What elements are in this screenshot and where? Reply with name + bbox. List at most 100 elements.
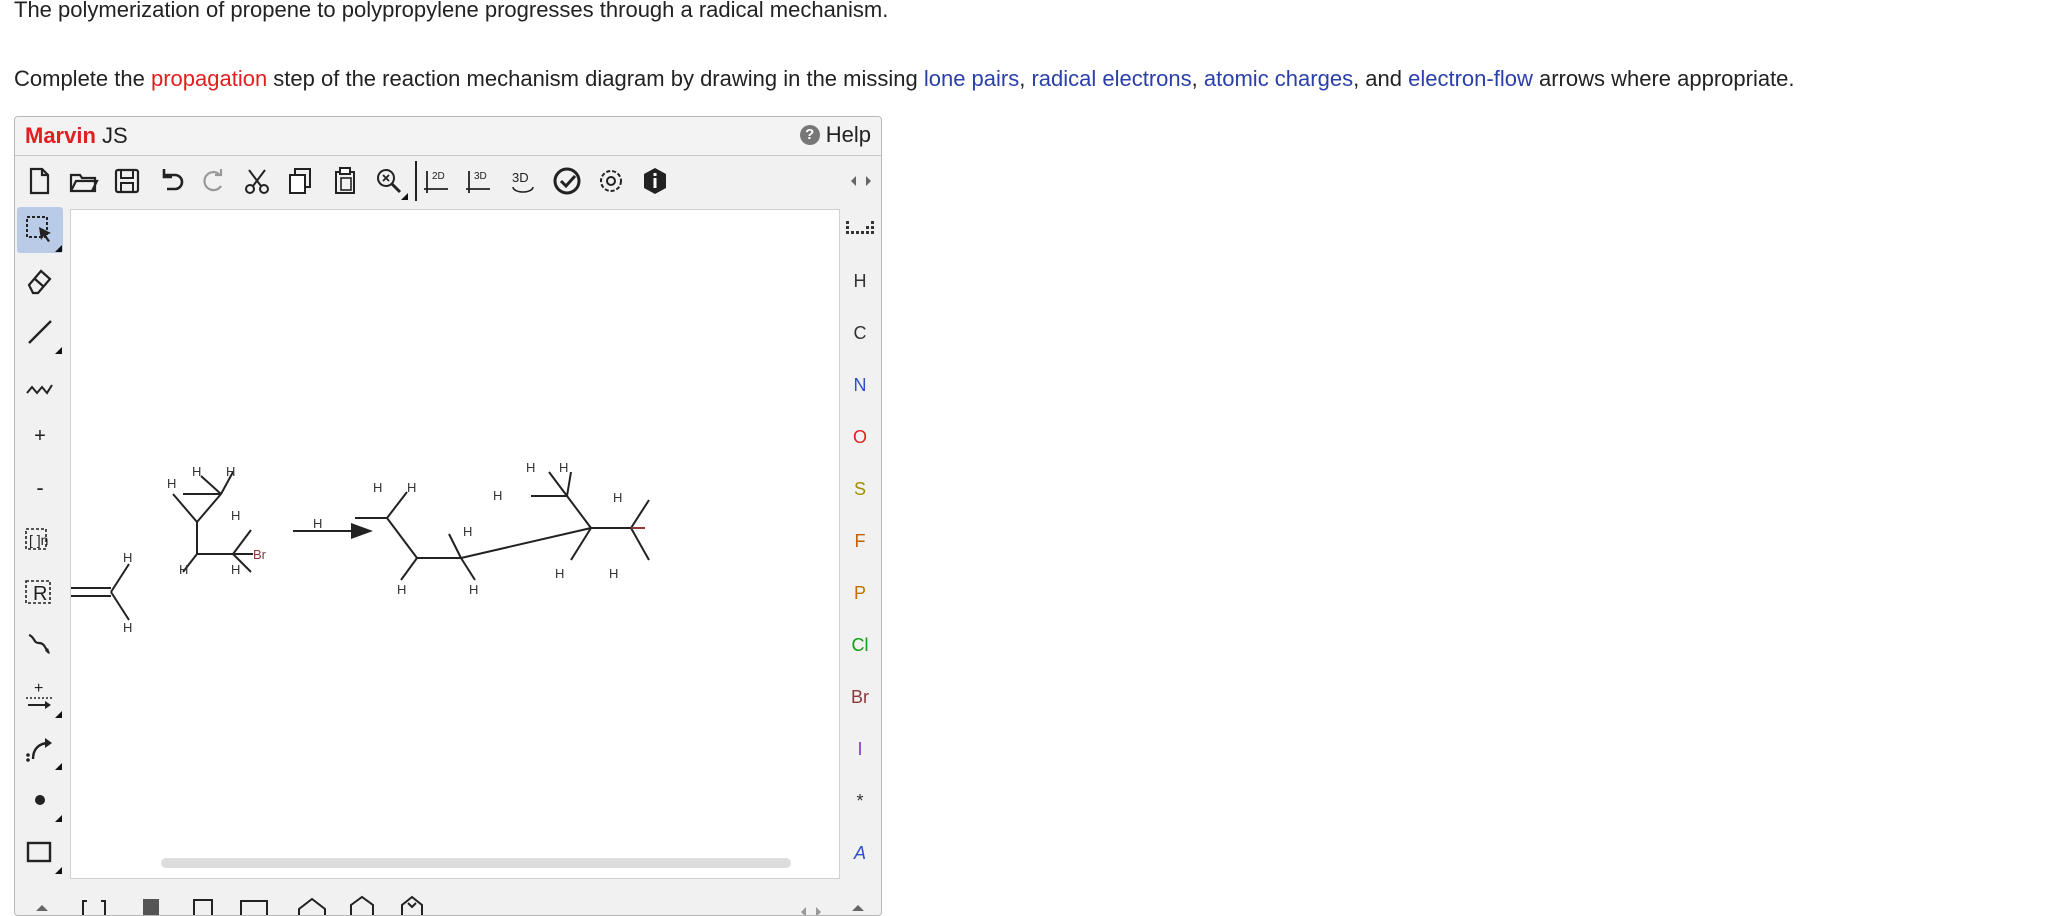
view-3d-button[interactable]: 3D xyxy=(503,161,543,201)
new-document-button[interactable] xyxy=(19,161,59,201)
br-atom: Br xyxy=(253,547,267,562)
save-button[interactable] xyxy=(107,161,147,201)
brackets-icon[interactable] xyxy=(77,893,111,916)
chain-tool[interactable] xyxy=(17,361,63,407)
plus-tool[interactable]: + xyxy=(17,673,63,719)
atom-br-button[interactable]: Br xyxy=(837,675,881,719)
save-icon xyxy=(114,168,140,194)
lone-pairs-link[interactable]: lone pairs xyxy=(924,66,1019,91)
clean-3d-button[interactable]: 3D xyxy=(459,161,499,201)
h-atom: H xyxy=(397,582,406,597)
question-line-2: Complete the propagation step of the rea… xyxy=(14,65,1795,93)
question-text: , and xyxy=(1353,66,1409,91)
scroll-up-right-icon[interactable] xyxy=(841,893,875,916)
cycloheptane-icon[interactable] xyxy=(395,893,429,916)
copy-icon xyxy=(289,168,311,194)
electron-flow-link[interactable]: electron-flow xyxy=(1408,66,1533,91)
view-3d-label: 3D xyxy=(512,170,529,185)
redo-button[interactable] xyxy=(193,161,233,201)
atom-s-button[interactable]: S xyxy=(837,467,881,511)
cyclobutane-icon[interactable] xyxy=(187,893,221,916)
atom-o-button[interactable]: O xyxy=(837,415,881,459)
help-icon: ? xyxy=(799,125,820,145)
benzene-icon[interactable] xyxy=(295,893,329,916)
reaction-arrow-icon xyxy=(28,633,50,654)
double-bond xyxy=(71,587,111,597)
propagation-term: propagation xyxy=(150,66,268,91)
h-atom: H xyxy=(469,582,478,597)
atomic-charges-link[interactable]: atomic charges xyxy=(1204,66,1353,91)
bracket-tool[interactable]: [ ]n xyxy=(17,517,63,563)
marvin-logo: Marvin JS xyxy=(25,123,128,149)
main-toolbar: 2D 3D 3D xyxy=(15,157,881,203)
single-bond-tool[interactable] xyxy=(17,309,63,355)
h-atom: H xyxy=(493,488,502,503)
radical-tool[interactable] xyxy=(17,777,63,823)
cut-icon xyxy=(245,169,269,194)
redo-icon xyxy=(203,169,223,192)
drawing-canvas[interactable]: H H H H H H H H H H H H H H H H H H H H xyxy=(70,209,840,879)
atom-p-button[interactable]: P xyxy=(837,571,881,615)
h-atom: H xyxy=(613,490,622,505)
h-atom: H xyxy=(179,562,188,577)
dropdown-marker xyxy=(55,711,62,718)
help-label: Help xyxy=(825,122,871,147)
scroll-up-icon[interactable] xyxy=(25,893,59,916)
undo-button[interactable] xyxy=(151,161,191,201)
erase-tool[interactable] xyxy=(17,257,63,303)
horizontal-scrollbar[interactable] xyxy=(161,858,791,868)
template-arrows-icon[interactable] xyxy=(795,893,829,916)
atom-cl-button[interactable]: Cl xyxy=(837,623,881,667)
bond xyxy=(110,563,130,621)
clean-2d-icon: 2D xyxy=(424,171,448,193)
new-document-icon xyxy=(29,167,50,195)
settings-button[interactable] xyxy=(591,161,631,201)
open-file-button[interactable] xyxy=(63,161,103,201)
select-tool-icon xyxy=(26,216,51,242)
dropdown-marker xyxy=(55,763,62,770)
clean-2d-button[interactable]: 2D xyxy=(415,161,457,201)
dropdown-marker xyxy=(55,245,62,252)
expand-arrows-button[interactable] xyxy=(841,161,881,201)
electron-flow-tool[interactable] xyxy=(17,725,63,771)
r-group-tool[interactable]: R xyxy=(17,569,63,615)
info-button[interactable] xyxy=(635,161,675,201)
dropdown-marker xyxy=(55,867,62,874)
electron-flow-icon xyxy=(26,738,52,762)
atom-any-button[interactable]: * xyxy=(837,779,881,823)
cut-button[interactable] xyxy=(237,161,277,201)
bracket-label: [ ]n xyxy=(29,532,48,548)
atom-a-button[interactable]: A xyxy=(837,831,881,875)
atom-f-button[interactable]: F xyxy=(837,519,881,563)
brand-name: Marvin xyxy=(25,123,96,148)
radical-electrons-link[interactable]: radical electrons xyxy=(1031,66,1191,91)
atom-h-button[interactable]: H xyxy=(837,259,881,303)
atom-n-button[interactable]: N xyxy=(837,363,881,407)
single-bond-icon xyxy=(28,320,52,344)
increase-charge-tool[interactable]: + xyxy=(17,413,63,459)
paste-button[interactable] xyxy=(325,161,365,201)
copy-button[interactable] xyxy=(281,161,321,201)
periodic-table-icon xyxy=(846,221,874,234)
atom-c-button[interactable]: C xyxy=(837,311,881,355)
reaction-arrow-head xyxy=(351,523,373,539)
rectangle-tool[interactable] xyxy=(17,829,63,875)
periodic-table-button[interactable] xyxy=(837,207,881,251)
atom-i-button[interactable]: I xyxy=(837,727,881,771)
reaction-arrow-tool[interactable] xyxy=(17,621,63,667)
radical-icon xyxy=(35,795,45,805)
cyclopentane-icon[interactable] xyxy=(237,893,271,916)
template-grid-icon[interactable] xyxy=(135,893,169,916)
molecule-bonds xyxy=(71,471,650,621)
check-structure-button[interactable] xyxy=(547,161,587,201)
help-button[interactable]: ? Help xyxy=(799,122,871,148)
decrease-charge-tool[interactable]: - xyxy=(17,465,63,511)
bracket-tool-icon: [ ]n xyxy=(25,528,48,550)
clean-3d-label: 3D xyxy=(474,171,487,182)
view-3d-icon: 3D xyxy=(512,170,534,193)
cyclohexane-icon[interactable] xyxy=(345,893,379,916)
select-tool[interactable] xyxy=(17,207,63,253)
h-atom: H xyxy=(373,480,382,495)
h-atom: H xyxy=(526,460,535,475)
zoom-button[interactable] xyxy=(369,161,409,201)
